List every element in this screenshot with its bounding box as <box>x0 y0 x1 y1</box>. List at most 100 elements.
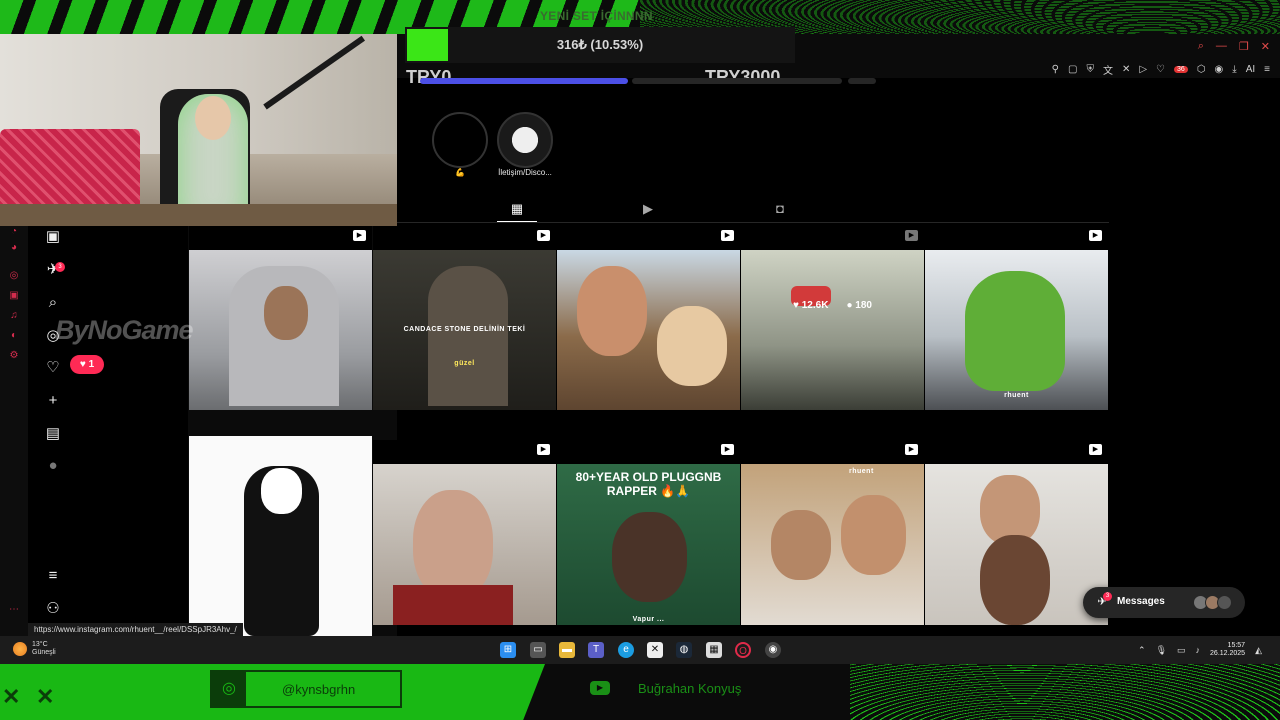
clock[interactable]: 15:57 26.12.2025 <box>1210 642 1245 658</box>
x-decoration: ✕ <box>36 684 55 709</box>
reel-icon: ▶ <box>905 444 918 455</box>
menu-icon[interactable]: ≡ <box>1264 64 1270 75</box>
chat-icon[interactable]: ◐ <box>8 330 20 342</box>
search-icon[interactable]: ⌕ <box>44 294 62 312</box>
instagram-icon: ◎ <box>212 672 246 706</box>
story-highlight[interactable] <box>432 112 488 168</box>
watermark-logo: ByNoGame <box>55 315 194 345</box>
start-icon[interactable]: ⊞ <box>500 642 516 658</box>
highlight-label: İletişim/Disco... <box>498 168 552 177</box>
reel-icon: ▶ <box>721 444 734 455</box>
camera-icon[interactable]: ◉ <box>1215 64 1224 75</box>
story-highlight[interactable] <box>497 112 553 168</box>
capcut-icon[interactable]: ✕ <box>647 642 663 658</box>
pin-icon[interactable]: ⚲ <box>1052 64 1059 75</box>
edge-icon[interactable]: e <box>618 642 634 658</box>
post-stats: ♥ 12.6K ● 180 <box>741 300 924 311</box>
bed <box>0 129 140 209</box>
reel-icon: ▶ <box>353 230 366 241</box>
reels-nav-icon[interactable]: ▣ <box>44 228 62 246</box>
menu-icon[interactable]: ≡ <box>44 567 62 585</box>
donation-text: 316₺ (10.53%) <box>556 37 644 52</box>
whatsapp-icon[interactable]: ◕ <box>8 242 20 254</box>
task-view-icon[interactable]: ▭ <box>530 642 546 658</box>
post-tile[interactable]: ▶ <box>373 440 556 625</box>
tagged-icon[interactable]: ◘ <box>772 201 788 217</box>
reel-icon: ▶ <box>721 230 734 241</box>
mic-icon[interactable]: 🎙 <box>1156 645 1167 656</box>
face <box>264 286 308 340</box>
man-face <box>413 490 493 600</box>
profile-avatar[interactable]: ● <box>44 457 62 475</box>
chevron-up-icon[interactable]: ⌃ <box>1138 645 1146 656</box>
post-tile[interactable]: ▶ ♥ 12.6K ● 180 <box>741 226 924 410</box>
ai-button[interactable]: AI <box>1246 64 1255 75</box>
window-controls: ⌕ — ❐ ✕ <box>1198 40 1270 53</box>
reels-icon[interactable]: ▶ <box>640 201 656 217</box>
shield-icon[interactable]: ⛨ <box>1086 64 1094 75</box>
post-tile[interactable]: ▶ 80+YEAR OLD PLUGGNB RAPPER 🔥🙏 Vapur ..… <box>557 440 740 625</box>
app-icon[interactable]: ◉ <box>765 642 781 658</box>
messenger-icon[interactable]: ◔ <box>8 226 20 238</box>
download-icon[interactable]: ⤓ <box>1232 64 1236 75</box>
post-tile[interactable]: ▶ <box>189 226 372 410</box>
close-icon[interactable]: ✕ <box>1261 40 1270 53</box>
minimize-icon[interactable]: — <box>1216 40 1227 53</box>
threads-icon[interactable]: ⚇ <box>44 600 62 618</box>
post-subcaption: güzel <box>454 360 475 367</box>
play-icon[interactable]: ▷ <box>1139 64 1147 75</box>
notification-icon[interactable]: ◭ <box>1255 645 1262 656</box>
post-tile[interactable]: ▶ <box>557 226 740 410</box>
opera-icon[interactable]: O <box>735 642 751 658</box>
post-subcaption: Vapur ... <box>632 616 665 623</box>
messages-label: Messages <box>1117 596 1165 607</box>
teams-icon[interactable]: T <box>588 642 604 658</box>
network-icon[interactable]: ▭ <box>1177 645 1186 656</box>
notification-badge: 3 <box>55 262 65 272</box>
system-tray: ⌃ 🎙 ▭ ♪ 15:57 26.12.2025 ◭ <box>1138 642 1262 658</box>
comments-count: ● 180 <box>846 300 872 311</box>
instagram-icon[interactable]: ◎ <box>8 270 20 282</box>
post-tile[interactable]: ▶ rhuent <box>741 440 924 625</box>
top-banner-text: YENİ SET İÇİNNNN <box>540 9 653 23</box>
cube-icon[interactable]: ⬡ <box>1197 64 1206 75</box>
restore-icon[interactable]: ❐ <box>1239 40 1249 53</box>
browser-toolbar: ⚲ ▢ ⛨ 文 ✕ ▷ ♡ 36 ⬡ ◉ ⤓ AI ≡ <box>1052 62 1270 77</box>
create-icon[interactable]: + <box>44 392 62 410</box>
weather-desc: Güneşli <box>32 649 56 656</box>
post-subcaption: rhuent <box>849 468 874 475</box>
post-tile[interactable]: ▶ rhuent <box>925 226 1108 410</box>
more-icon[interactable]: ⋯ <box>8 604 20 616</box>
translate-icon[interactable]: 文 <box>1103 62 1113 77</box>
settings-icon[interactable]: ⚙ <box>8 350 20 362</box>
extensions-badge[interactable]: 36 <box>1174 66 1188 73</box>
post-tile[interactable]: ▶ CANDACE STONE DELİNİN TEKİ güzel <box>373 226 556 410</box>
owl-mascot <box>965 271 1065 391</box>
steam-icon[interactable]: ◍ <box>676 642 692 658</box>
dashboard-icon[interactable]: ▤ <box>44 425 62 443</box>
reel-icon: ▶ <box>1089 230 1102 241</box>
post-tile[interactable] <box>189 436 372 636</box>
notifications-icon[interactable]: ♡ <box>44 359 62 377</box>
music-icon[interactable]: ♫ <box>8 310 20 322</box>
goal-progress-bar <box>420 78 628 84</box>
tiktok-icon[interactable]: ▣ <box>8 290 20 302</box>
comment-icon: ● <box>846 300 856 311</box>
folder-icon[interactable]: ▬ <box>559 642 575 658</box>
post-tile[interactable]: ▶ <box>925 440 1108 625</box>
browser-sidebar-rail: ◔ ◕ ◎ ▣ ♫ ◐ ⚙ ⋯ <box>0 226 28 636</box>
tab-icon[interactable]: ▢ <box>1068 64 1077 75</box>
volume-icon[interactable]: ♪ <box>1196 645 1201 655</box>
close-tab-icon[interactable]: ✕ <box>1122 64 1130 75</box>
grid-icon[interactable]: ▦ <box>509 201 525 217</box>
heart-icon: ♥ <box>793 300 802 311</box>
cartoon-head <box>259 466 304 516</box>
heart-icon[interactable]: ♡ <box>1156 64 1165 75</box>
man-face <box>841 495 906 575</box>
instagram-handle: @kynsbgrhn <box>282 682 356 697</box>
weather-widget[interactable]: 13°C Güneşli <box>13 641 56 657</box>
store-icon[interactable]: ▦ <box>706 642 722 658</box>
search-icon[interactable]: ⌕ <box>1198 40 1204 53</box>
stream-screen: YENİ SET İÇİNNNN ⌕ — ❐ ✕ ⚲ ▢ ⛨ 文 ✕ ▷ ♡ 3… <box>0 0 1280 720</box>
messages-button[interactable]: ✈ 3 Messages <box>1083 587 1245 618</box>
